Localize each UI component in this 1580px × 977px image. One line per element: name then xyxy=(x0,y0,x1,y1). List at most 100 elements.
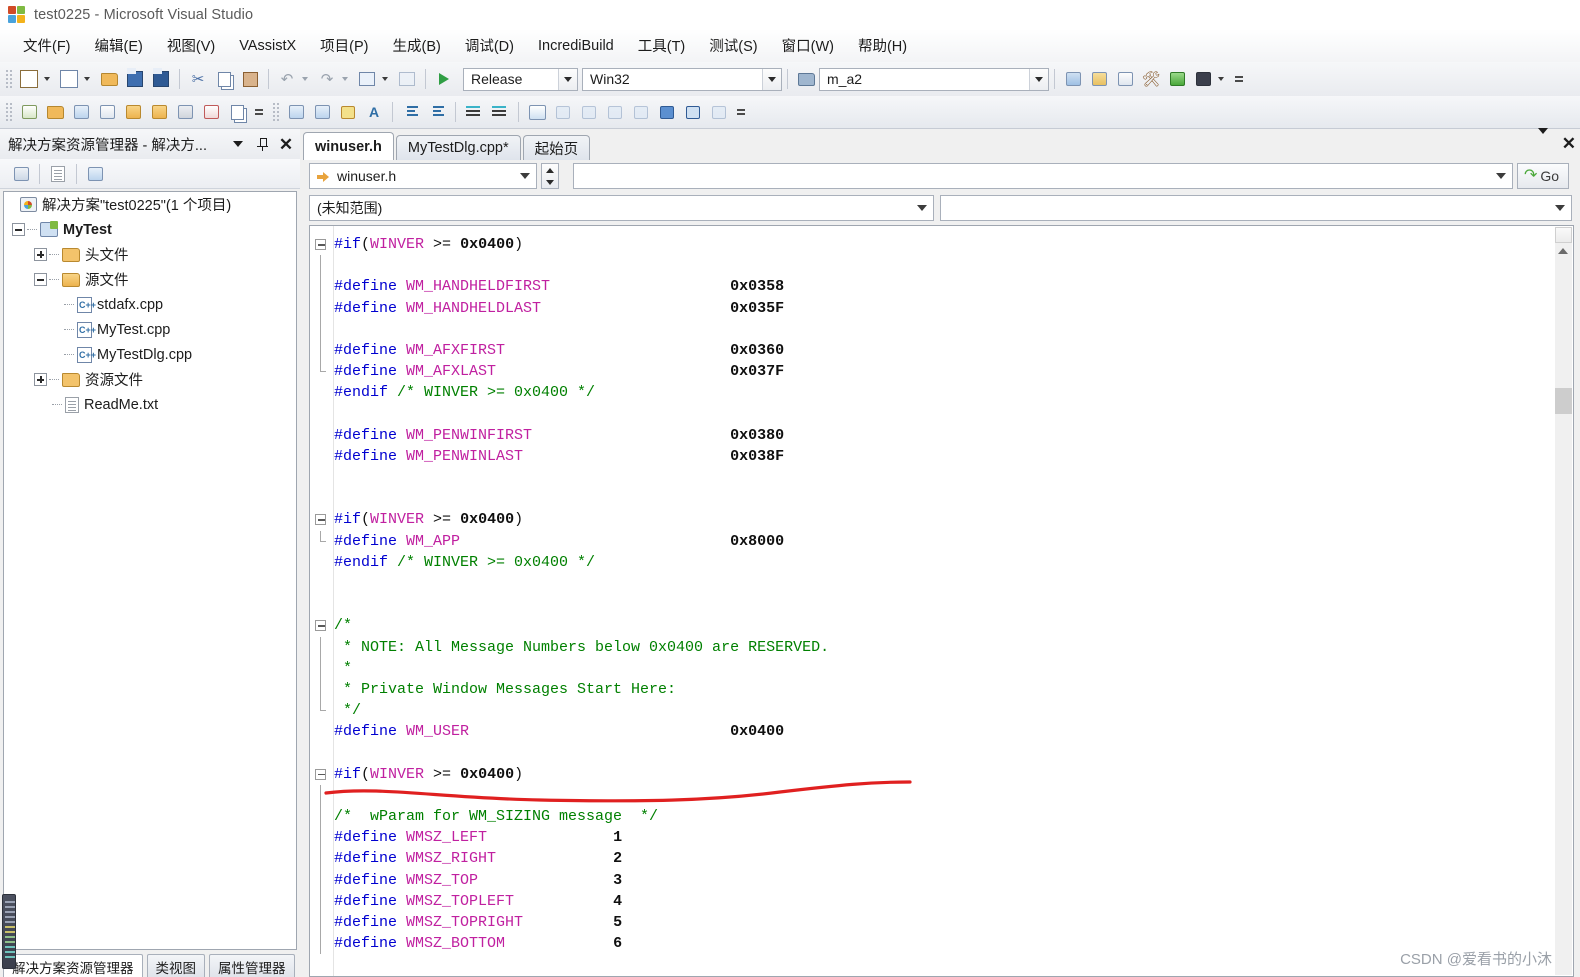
scope-combo-left[interactable]: (未知范围) xyxy=(309,194,934,221)
code-line[interactable]: */ xyxy=(310,700,1553,721)
code-line[interactable]: #define WM_AFXFIRST 0x0360 xyxy=(310,339,1553,362)
code-line[interactable]: #define WMSZ_TOPRIGHT 5 xyxy=(310,912,1553,934)
chevron-down-icon[interactable] xyxy=(917,204,927,211)
expand-toggle-icon[interactable] xyxy=(34,373,47,386)
find-combo-icon[interactable] xyxy=(794,67,818,91)
code-line[interactable]: #define WMSZ_BOTTOM 6 xyxy=(310,933,1553,955)
tree-item-source-files[interactable]: 源文件 xyxy=(4,267,296,292)
code-line[interactable]: /* wParam for WM_SIZING message */ xyxy=(310,806,1553,828)
find-combo[interactable]: m_a2 xyxy=(819,67,1049,91)
bottom-tab-property-manager[interactable]: 属性管理器 xyxy=(209,954,295,977)
copy-icon[interactable] xyxy=(212,67,236,91)
tree-item-solution[interactable]: 解决方案"test0225"(1 个项目) xyxy=(4,192,296,217)
code-line[interactable]: * NOTE: All Message Numbers below 0x0400… xyxy=(310,636,1553,658)
expand-toggle-icon[interactable] xyxy=(34,248,47,261)
show-all-files-icon[interactable] xyxy=(46,162,70,186)
vassist-find-references-icon[interactable] xyxy=(95,100,119,124)
code-line[interactable]: #define WM_PENWINLAST 0x038F xyxy=(310,446,1553,467)
toolbar-grip[interactable] xyxy=(5,69,13,89)
cut-icon[interactable]: ✂ xyxy=(186,67,210,91)
undo-dropdown-icon[interactable] xyxy=(301,67,313,91)
solution-configuration-combo[interactable]: Release xyxy=(463,67,578,91)
menu-view[interactable]: 视图(V) xyxy=(156,32,226,59)
chevron-down-icon[interactable] xyxy=(1537,128,1548,152)
menu-edit[interactable]: 编辑(E) xyxy=(84,32,154,59)
menu-file[interactable]: 文件(F) xyxy=(12,32,82,59)
navigate-backward-icon[interactable] xyxy=(355,67,379,91)
view-class-diagram-icon[interactable] xyxy=(83,162,107,186)
code-line[interactable] xyxy=(310,488,1553,509)
code-line[interactable]: #define WM_HANDHELDLAST 0x035F xyxy=(310,297,1553,319)
object-browser-icon[interactable] xyxy=(1113,67,1137,91)
tree-item-project[interactable]: MyTest xyxy=(4,217,296,242)
code-line[interactable] xyxy=(310,255,1553,277)
step-out-icon[interactable] xyxy=(603,100,627,124)
new-breakpoint-icon[interactable] xyxy=(525,100,549,124)
add-new-item-icon[interactable] xyxy=(57,67,81,91)
show-next-statement-icon[interactable] xyxy=(681,100,705,124)
code-line[interactable] xyxy=(310,594,1553,615)
delete-breakpoint-icon[interactable] xyxy=(707,100,731,124)
surround-with-icon[interactable] xyxy=(310,100,334,124)
menu-help[interactable]: 帮助(H) xyxy=(847,32,918,59)
close-icon[interactable]: ✕ xyxy=(1562,135,1576,152)
save-all-icon[interactable] xyxy=(149,67,173,91)
start-debugging-icon[interactable] xyxy=(432,67,456,91)
menu-test[interactable]: 测试(S) xyxy=(698,32,768,59)
tree-item-readme-txt[interactable]: ReadMe.txt xyxy=(4,392,296,417)
run-to-cursor-icon[interactable] xyxy=(629,100,653,124)
scroll-up-arrow-icon[interactable] xyxy=(1558,248,1568,254)
chevron-down-icon[interactable] xyxy=(762,68,781,90)
vertical-scrollbar[interactable] xyxy=(1555,243,1572,975)
step-over-icon[interactable] xyxy=(577,100,601,124)
undo-icon[interactable]: ↶ xyxy=(275,67,299,91)
set-next-statement-icon[interactable] xyxy=(655,100,679,124)
vassist-spellcheck-icon[interactable] xyxy=(199,100,223,124)
code-line[interactable] xyxy=(310,784,1553,807)
vassist-find-symbol-icon[interactable] xyxy=(17,100,41,124)
chevron-down-icon[interactable] xyxy=(1555,204,1565,211)
collapse-toggle-icon[interactable] xyxy=(315,239,326,250)
document-tab-winuser-h[interactable]: winuser.h xyxy=(303,132,394,160)
symbol-search-input[interactable] xyxy=(573,163,1513,189)
scope-combo-right[interactable] xyxy=(940,194,1572,221)
code-line[interactable]: #define WM_PENWINFIRST 0x0380 xyxy=(310,425,1553,446)
code-line[interactable] xyxy=(310,467,1553,488)
decrease-indent-icon[interactable] xyxy=(425,100,449,124)
code-line[interactable]: #define WM_USER 0x0400 xyxy=(310,721,1553,742)
collapse-toggle-icon[interactable] xyxy=(315,620,326,632)
chevron-down-icon[interactable] xyxy=(1029,68,1048,90)
comment-selection-icon[interactable] xyxy=(462,100,486,124)
go-button[interactable]: ↷ Go xyxy=(1517,163,1569,189)
insert-snippet-icon[interactable] xyxy=(284,100,308,124)
immediate-window-icon[interactable] xyxy=(1165,67,1189,91)
bottom-tab-class-view[interactable]: 类视图 xyxy=(146,954,205,977)
display-tooltip-icon[interactable]: A xyxy=(362,100,386,124)
toolbar-overflow-icon[interactable] xyxy=(736,108,746,115)
command-window-icon[interactable] xyxy=(1191,67,1215,91)
vassist-paste-icon[interactable] xyxy=(225,100,249,124)
code-text[interactable]: #if(WINVER >= 0x0400) #define WM_HANDHEL… xyxy=(310,234,1553,976)
chevron-down-icon[interactable] xyxy=(520,173,530,179)
code-line[interactable] xyxy=(310,573,1553,594)
code-line[interactable]: #define WMSZ_LEFT 1 xyxy=(310,827,1553,849)
menu-window[interactable]: 窗口(W) xyxy=(771,32,845,59)
menu-incredibuild[interactable]: IncrediBuild xyxy=(527,35,625,57)
document-tab-mytestdlg-cpp[interactable]: MyTestDlg.cpp* xyxy=(395,135,521,160)
menu-project[interactable]: 项目(P) xyxy=(309,32,379,59)
vassist-redo-icon[interactable] xyxy=(147,100,171,124)
tree-item-stdafx-cpp[interactable]: C++ stdafx.cpp xyxy=(4,292,296,317)
code-line[interactable] xyxy=(310,318,1553,340)
vassist-code-icon[interactable] xyxy=(173,100,197,124)
code-line[interactable]: #endif /* WINVER >= 0x0400 */ xyxy=(310,382,1553,403)
vassist-refactor-icon[interactable] xyxy=(69,100,93,124)
chevron-down-icon[interactable] xyxy=(1496,173,1506,179)
toolbar-grip[interactable] xyxy=(272,102,280,122)
tree-item-mytestdlg-cpp[interactable]: C++ MyTestDlg.cpp xyxy=(4,342,296,367)
command-window-dropdown-icon[interactable] xyxy=(1217,67,1229,91)
bottom-tab-solution-explorer[interactable]: 解决方案资源管理器 xyxy=(3,954,143,977)
code-line[interactable]: #endif /* WINVER >= 0x0400 */ xyxy=(310,552,1553,573)
find-in-files-icon[interactable] xyxy=(1061,67,1085,91)
code-line[interactable]: * xyxy=(310,657,1553,679)
step-into-icon[interactable] xyxy=(551,100,575,124)
